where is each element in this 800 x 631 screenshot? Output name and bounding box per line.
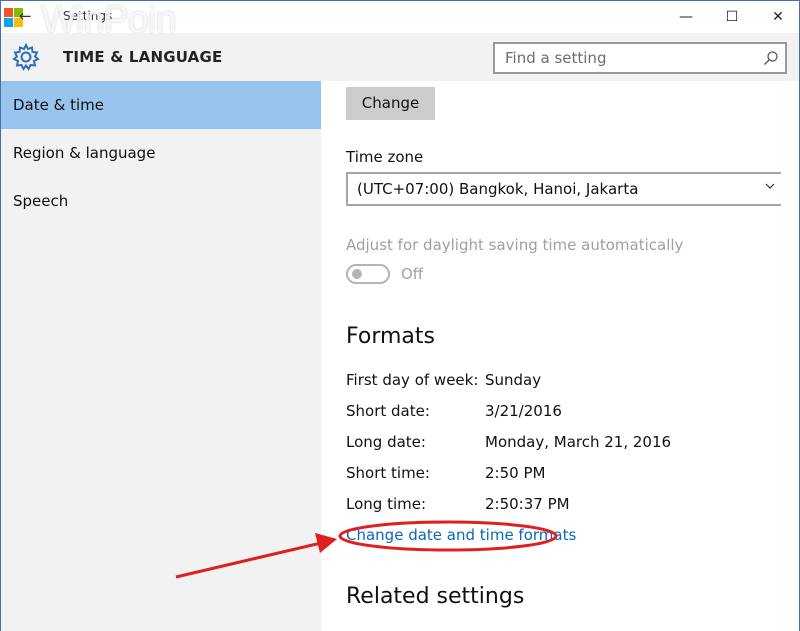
title-bar: ← Settings WinPoin — ☐ ✕ [1, 0, 800, 41]
format-value: 2:50 PM [485, 464, 546, 482]
sidebar-item-date-time[interactable]: Date & time [1, 81, 321, 129]
format-row-long-date: Long date: Monday, March 21, 2016 [346, 433, 766, 455]
minimize-button[interactable]: — [663, 1, 709, 33]
change-date-time-formats-link[interactable]: Change date and time formats [346, 526, 576, 544]
time-zone-select[interactable]: (UTC+07:00) Bangkok, Hanoi, Jakarta [346, 172, 781, 206]
maximize-button[interactable]: ☐ [709, 1, 755, 33]
format-row-short-time: Short time: 2:50 PM [346, 464, 766, 486]
format-row-long-time: Long time: 2:50:37 PM [346, 495, 766, 517]
sidebar-item-speech[interactable]: Speech [1, 177, 321, 225]
search-box[interactable] [493, 42, 787, 74]
format-key: Short date: [346, 402, 430, 420]
time-zone-label: Time zone [346, 148, 424, 166]
search-icon[interactable] [763, 50, 779, 66]
main-content: Change Time zone (UTC+07:00) Bangkok, Ha… [321, 81, 799, 631]
search-input[interactable] [495, 44, 745, 72]
format-row-short-date: Short date: 3/21/2016 [346, 402, 766, 424]
settings-window: ← Settings WinPoin — ☐ ✕ TIME & LANGUAGE… [0, 0, 800, 631]
sidebar: Date & time Region & language Speech [1, 81, 321, 631]
close-button[interactable]: ✕ [755, 1, 800, 33]
format-key: Short time: [346, 464, 430, 482]
format-row-first-day: First day of week: Sunday [346, 371, 766, 393]
related-settings-heading: Related settings [346, 584, 525, 609]
toggle-knob [352, 269, 362, 279]
sidebar-item-region-language[interactable]: Region & language [1, 129, 321, 177]
gear-icon [12, 42, 40, 71]
dst-label: Adjust for daylight saving time automati… [346, 236, 684, 254]
format-key: Long time: [346, 495, 427, 513]
chevron-down-icon[interactable] [765, 181, 775, 191]
dst-toggle-state: Off [401, 265, 424, 283]
format-key: First day of week: [346, 371, 479, 389]
dst-toggle[interactable] [346, 264, 390, 284]
settings-header: TIME & LANGUAGE [1, 33, 799, 81]
format-value: 2:50:37 PM [485, 495, 570, 513]
format-value: Sunday [485, 371, 542, 389]
back-arrow-icon[interactable]: ← [19, 7, 32, 25]
change-date-time-button[interactable]: Change [346, 87, 435, 120]
format-value: 3/21/2016 [485, 402, 562, 420]
format-value: Monday, March 21, 2016 [485, 433, 672, 451]
formats-heading: Formats [346, 324, 435, 349]
format-key: Long date: [346, 433, 426, 451]
section-title: TIME & LANGUAGE [63, 48, 223, 66]
